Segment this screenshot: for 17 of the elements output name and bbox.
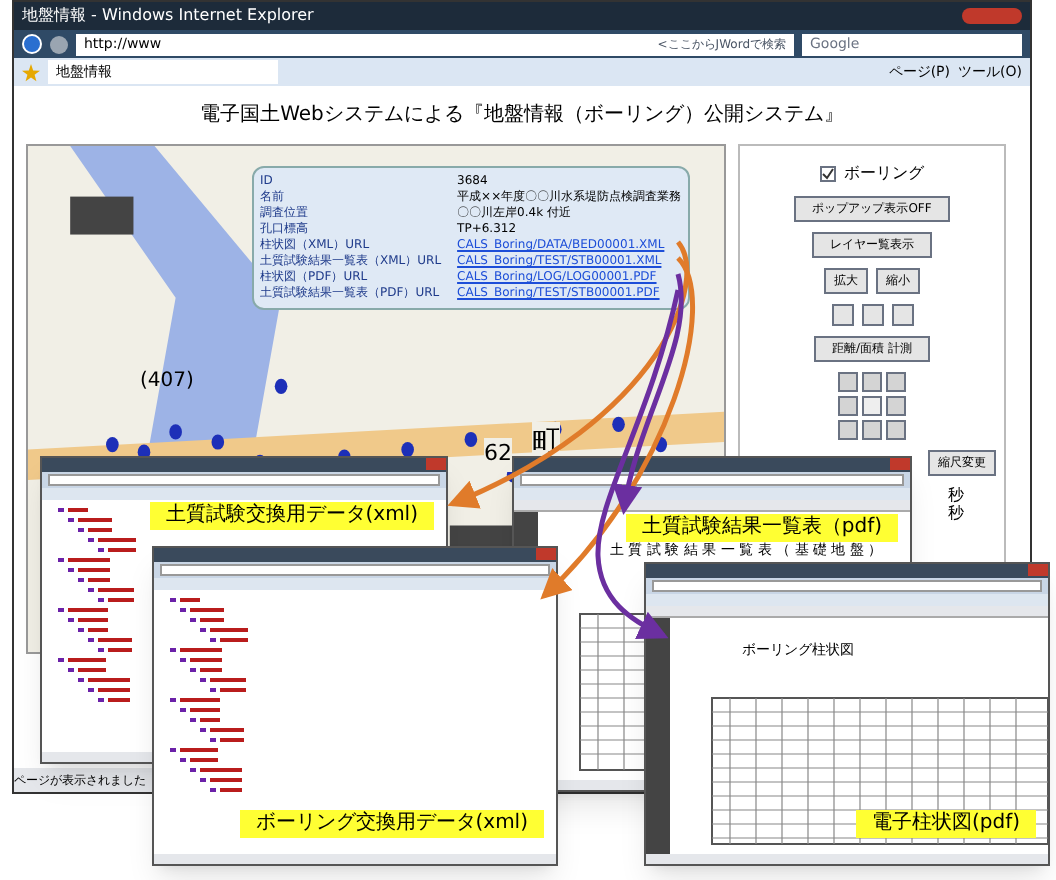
pan-arrows-icon[interactable] [838,372,906,440]
unit-label: 秒 [948,486,964,504]
caption-label: 土質試験交換用データ(xml) [149,502,434,530]
window-title: 地盤情報 - Windows Internet Explorer [22,4,314,28]
unit-label: 秒 [948,504,964,522]
forward-icon[interactable] [50,35,68,53]
back-icon[interactable] [22,34,42,54]
page-heading: 電子国土Webシステムによる『地盤情報（ボーリング）公開システム』 [198,101,846,130]
window-controls-icon[interactable] [962,8,1022,24]
caption-label: 電子柱状図(pdf) [855,810,1036,838]
layer-label: ボーリング [844,162,924,186]
caption-label: 土質試験結果一覧表（pdf) [625,514,898,542]
road-label: (407) [140,368,194,396]
caption-label: ボーリング交換用データ(xml) [239,810,544,838]
layer-checkbox[interactable] [820,166,836,182]
map-number-label: 62 [484,438,512,471]
favorites-star-icon[interactable] [22,63,40,81]
